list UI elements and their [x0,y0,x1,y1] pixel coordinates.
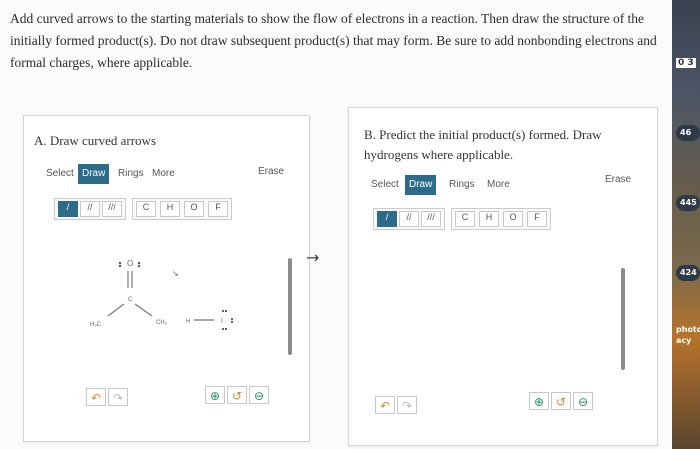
undo-redo-group: ↶ ↷ [86,388,130,406]
single-bond-button[interactable]: / [377,211,397,227]
lone-pair-dot [224,327,228,331]
atom-f-button[interactable]: F [527,211,547,227]
question-text: Add curved arrows to the starting materi… [10,11,657,70]
lone-pair-dot [221,327,225,331]
atom-toolbar: C H O F [451,208,551,230]
panel-b-title: B. Predict the initial product(s) formed… [364,127,602,162]
side-badge: 46 [676,125,700,141]
side-badge: 424 [676,265,700,281]
undo-icon[interactable]: ↶ [375,396,395,414]
hydrogen-label: H [186,319,190,325]
lone-pair-dot [118,264,122,268]
select-tool[interactable]: Select [367,175,403,195]
oxygen-label: O [127,259,133,268]
zoom-out-icon[interactable]: ⊖ [573,392,593,410]
reset-icon[interactable]: ↺ [227,386,247,404]
lone-pair-dot [137,261,141,265]
methyl-right-label: CH₃ [156,320,168,326]
panel-draw-curved-arrows: A. Draw curved arrows Select Draw Rings … [23,115,310,442]
lone-pair-dot [230,317,234,321]
zoom-group: ⊕ ↺ ⊖ [205,386,275,404]
question-card: Add curved arrows to the starting materi… [0,0,672,449]
atom-o-button[interactable]: O [503,211,523,227]
redo-icon[interactable]: ↷ [397,396,417,414]
draw-tool[interactable]: Draw [405,175,437,195]
side-label: 0 3 [676,58,696,68]
zoom-group: ⊕ ↺ ⊖ [529,392,599,410]
panel-predict-product: B. Predict the initial product(s) formed… [348,107,658,446]
double-bond-button[interactable]: // [399,211,419,227]
triple-bond-button[interactable]: /// [421,211,441,227]
zoom-in-icon[interactable]: ⊕ [529,392,549,410]
lone-pair-dot [224,309,228,313]
scrollbar[interactable] [288,258,292,355]
zoom-out-icon[interactable]: ⊖ [249,386,269,404]
background-window-strip: 0 3 46 445 424 photo acy [672,0,700,449]
lone-pair-dot [137,264,141,268]
atom-h-button[interactable]: H [479,211,499,227]
single-bond [107,303,125,317]
lone-pair-dot [221,309,225,313]
arrow-mark: ↘ [172,269,179,278]
panel-b-toolbar: Select Draw Rings More [367,175,617,197]
single-bond [134,303,153,317]
zoom-in-icon[interactable]: ⊕ [205,386,225,404]
reset-icon[interactable]: ↺ [551,392,571,410]
rings-tool[interactable]: Rings [445,175,479,195]
atom-c-button[interactable]: C [455,211,475,227]
redo-icon[interactable]: ↷ [108,388,128,406]
undo-icon[interactable]: ↶ [86,388,106,406]
side-badge: 445 [676,195,700,211]
scrollbar[interactable] [621,268,625,370]
side-label: acy [676,336,692,345]
erase-button[interactable]: Erase [605,174,631,185]
reaction-arrow: → [306,248,320,267]
methyl-left-label: H₃C [90,322,102,328]
side-label: photo [676,325,700,334]
lone-pair-dot [118,261,122,265]
more-tool[interactable]: More [483,175,514,195]
lone-pair-dot [230,320,234,324]
bond-toolbar: / // /// [373,208,445,230]
undo-redo-group: ↶ ↷ [375,396,419,414]
drawing-canvas[interactable] [359,236,619,386]
carbon-label: C [128,297,133,303]
iodine-label: I [221,318,223,325]
